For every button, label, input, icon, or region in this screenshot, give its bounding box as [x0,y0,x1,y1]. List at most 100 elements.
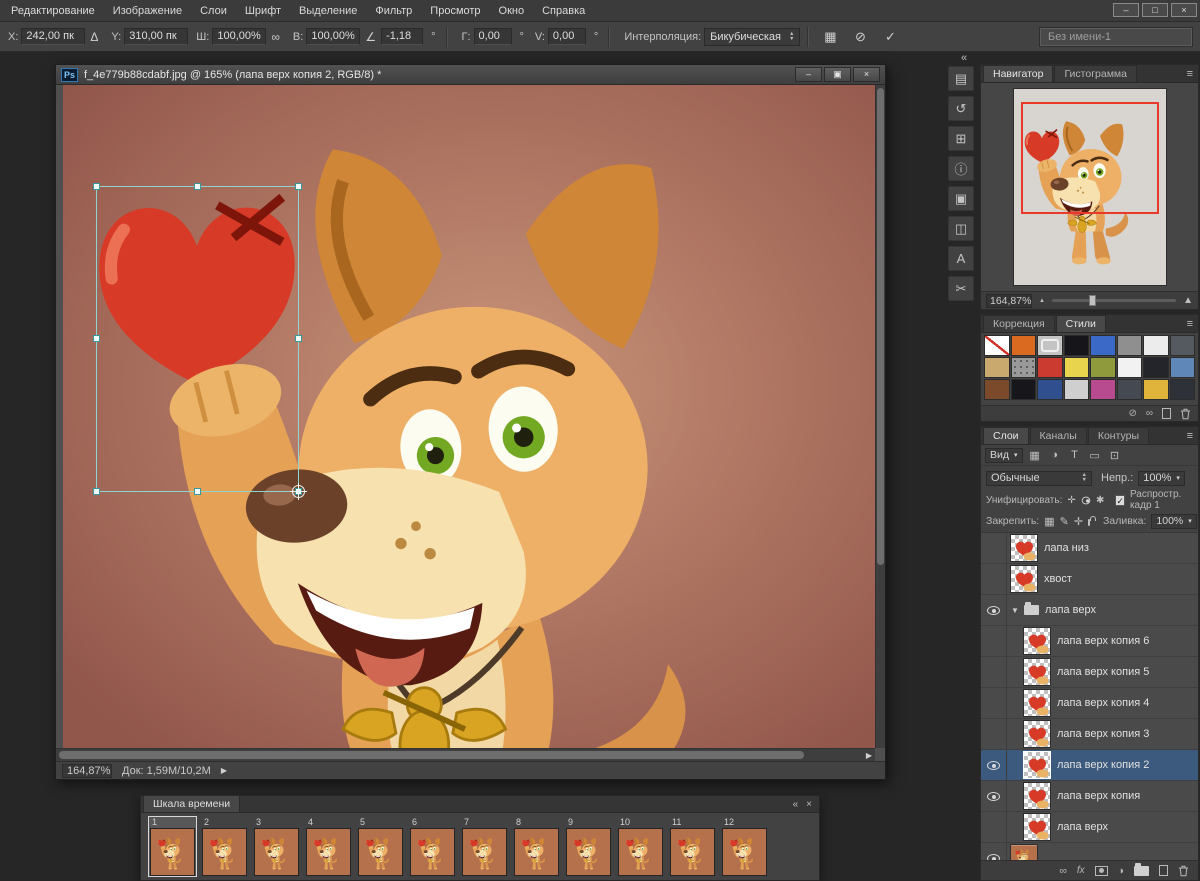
tab-styles[interactable]: Стили [1056,315,1106,332]
filter-type-layers-icon[interactable]: T [1067,449,1083,461]
collapsed-panel-icon-6[interactable]: ◫ [948,216,974,241]
unify-style-icon[interactable]: ✱ [1096,495,1104,506]
warp-mode-button[interactable]: ▦ [818,27,842,47]
h-skew-input[interactable]: 0,00 [474,28,512,45]
filter-smart-objects-icon[interactable]: ⊡ [1107,449,1123,462]
style-swatch-14[interactable] [1117,357,1143,378]
delete-layer-button[interactable] [1178,865,1189,877]
link-layers-button[interactable]: ∞ [1059,865,1067,877]
navigator-view-rectangle[interactable] [1021,102,1159,214]
layer-row-лапа верх копия 2[interactable]: лапа верх копия 2 [981,750,1198,781]
layer-visibility-toggle[interactable] [981,812,1007,842]
style-swatch-22[interactable] [1117,379,1143,400]
style-swatch-13[interactable] [1090,357,1116,378]
panel-menu-icon[interactable]: ≡ [1187,319,1193,329]
layer-visibility-toggle[interactable] [981,843,1007,860]
collapsed-panel-icon-3[interactable]: ⊞ [948,126,974,151]
propagate-frame-checkbox[interactable]: ✓ [1115,495,1125,506]
style-swatch-15[interactable] [1143,357,1169,378]
collapsed-panel-icon-1[interactable]: ▤ [948,66,974,91]
collapsed-panel-icon-2[interactable]: ↺ [948,96,974,121]
collapse-panels-chevron[interactable]: « [961,53,967,64]
cancel-transform-button[interactable]: ⊘ [848,27,872,47]
panel-menu-icon[interactable]: ≡ [1187,431,1193,441]
transform-bounding-box[interactable] [96,186,299,492]
collapsed-panel-icon-8[interactable]: ✂ [948,276,974,301]
transform-handle-s[interactable] [194,488,201,495]
layer-thumbnail[interactable] [1024,783,1050,809]
style-swatch-20[interactable] [1064,379,1090,400]
layer-visibility-toggle[interactable] [981,688,1007,718]
style-swatch-12[interactable] [1064,357,1090,378]
tab-layers[interactable]: Слои [983,427,1029,444]
style-swatch-7[interactable] [1143,335,1169,356]
style-swatch-11[interactable] [1037,357,1063,378]
lock-position-icon[interactable]: ✛ [1074,515,1083,528]
interpolation-select[interactable]: Бикубическая ▲▼ [704,28,800,46]
menu-item-9[interactable]: Справка [533,0,594,22]
layer-visibility-toggle[interactable] [981,564,1007,594]
filter-adjustment-layers-icon[interactable]: ◑ [1047,449,1063,461]
timeline-frame-4[interactable]: 4 [304,816,353,877]
layer-filter-kind-select[interactable]: Вид ▾ [985,448,1023,463]
layer-row-лапа верх копия 3[interactable]: лапа верх копия 3 [981,719,1198,750]
tab-navigator[interactable]: Навигатор [983,65,1053,82]
document-titlebar[interactable]: Ps f_4e779b88cdabf.jpg @ 165% (лапа верх… [56,65,885,85]
style-swatch-8[interactable] [1170,335,1196,356]
menu-item-8[interactable]: Окно [490,0,534,22]
add-mask-button[interactable] [1095,866,1108,876]
menu-item-4[interactable]: Шрифт [236,0,290,22]
timeline-frame-7[interactable]: 7 [460,816,509,877]
layer-visibility-toggle[interactable] [981,781,1007,811]
workspace-name-field[interactable]: Без имени-1 [1040,28,1192,46]
lock-pixels-icon[interactable]: ✎ [1060,515,1069,528]
timeline-frame-5[interactable]: 5 [356,816,405,877]
style-swatch-3[interactable] [1037,335,1063,356]
layer-visibility-toggle[interactable] [981,657,1007,687]
tab-histogram[interactable]: Гистограмма [1054,65,1137,82]
style-swatch-6[interactable] [1117,335,1143,356]
unify-position-icon[interactable]: ✛ [1067,495,1075,506]
timeline-frame-8[interactable]: 8 [512,816,561,877]
transform-handle-n[interactable] [194,183,201,190]
layer-visibility-toggle[interactable] [981,750,1007,780]
filter-shape-layers-icon[interactable]: ▭ [1087,449,1103,462]
transform-handle-sw[interactable] [93,488,100,495]
fill-select[interactable]: 100% ▾ [1151,514,1196,529]
document-maximize-button[interactable]: ▣ [824,67,851,82]
collapsed-panel-icon-4[interactable]: ⓘ [948,156,974,181]
layer-row-хвост[interactable]: хвост [981,564,1198,595]
horizontal-scroll-thumb[interactable] [59,751,804,759]
layer-row-лапа верх копия[interactable]: лапа верх копия [981,781,1198,812]
layer-thumbnail[interactable] [1024,721,1050,747]
new-layer-button[interactable] [1159,865,1168,876]
x-input[interactable]: 242,00 пк [21,28,85,45]
navigator-zoom-slider[interactable] [1052,299,1176,302]
transform-reference-point[interactable] [292,485,305,498]
scroll-right-arrow-icon[interactable]: ▶ [866,751,872,760]
timeline-close-icon[interactable]: × [806,799,812,810]
layer-visibility-toggle[interactable] [981,533,1007,563]
style-swatch-2[interactable] [1011,335,1037,356]
layer-row-лапа верх[interactable]: лапа верх [981,812,1198,843]
angle-input[interactable]: -1,18 [381,28,423,45]
new-style-button[interactable] [1162,408,1171,419]
menu-item-2[interactable]: Изображение [104,0,191,22]
timeline-frame-1[interactable]: 1 [148,816,197,877]
layer-visibility-toggle[interactable] [981,719,1007,749]
timeline-frame-10[interactable]: 10 [616,816,665,877]
vertical-scroll-thumb[interactable] [877,88,884,565]
layer-thumbnail[interactable] [1024,690,1050,716]
timeline-frame-12[interactable]: 12 [720,816,769,877]
new-adjustment-layer-button[interactable]: ◑ [1118,865,1124,877]
blend-mode-select[interactable]: Обычные ▲▼ [986,471,1092,486]
layer-visibility-toggle[interactable] [981,595,1007,625]
style-swatch-24[interactable] [1170,379,1196,400]
transform-handle-nw[interactable] [93,183,100,190]
style-swatch-16[interactable] [1170,357,1196,378]
window-close-button[interactable]: × [1171,3,1197,17]
style-swatch-18[interactable] [1011,379,1037,400]
timeline-frame-3[interactable]: 3 [252,816,301,877]
y-input[interactable]: 310,00 пк [124,28,188,45]
opacity-select[interactable]: 100% ▾ [1138,471,1185,486]
